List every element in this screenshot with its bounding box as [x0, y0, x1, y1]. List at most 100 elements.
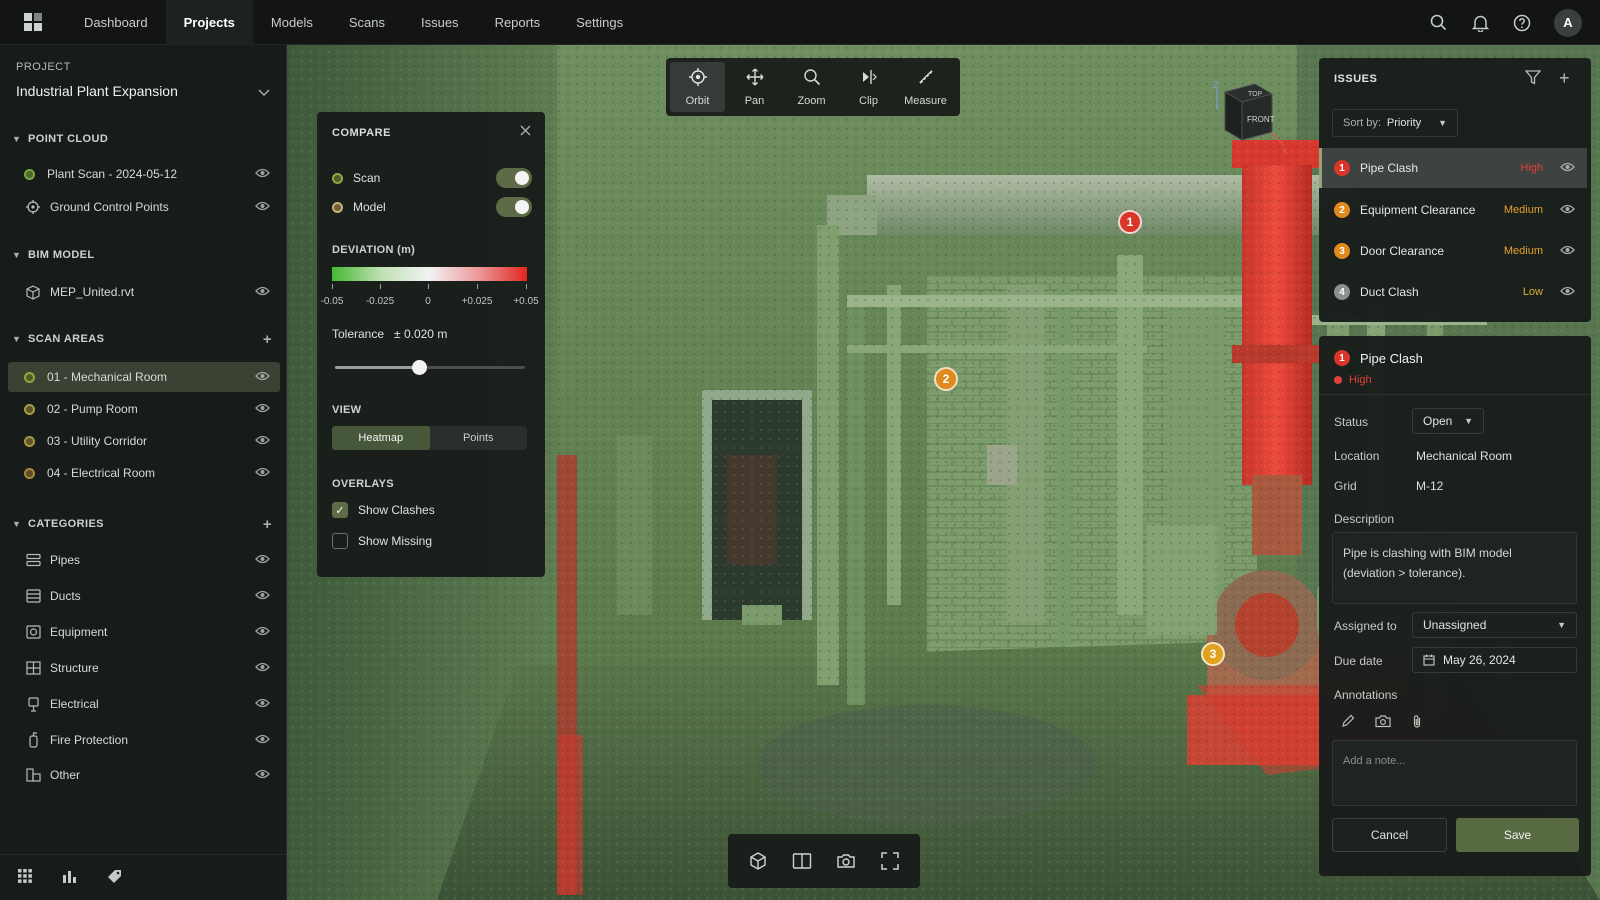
eye-icon[interactable]: [255, 285, 270, 299]
chevron-down-icon[interactable]: [258, 85, 270, 100]
issue-row-3[interactable]: 3 Door Clearance Medium: [1319, 231, 1587, 271]
add-issue-button[interactable]: +: [1559, 68, 1570, 89]
section-scan-areas[interactable]: ▼ SCAN AREAS +: [12, 329, 272, 349]
category-ducts[interactable]: Ducts: [8, 581, 280, 611]
model-toggle[interactable]: [496, 197, 532, 217]
split-view-icon[interactable]: [784, 843, 820, 879]
bell-icon[interactable]: [1470, 13, 1490, 33]
issue-row-2[interactable]: 2 Equipment Clearance Medium: [1319, 190, 1587, 230]
eye-icon[interactable]: [1560, 285, 1575, 299]
issue-marker-2[interactable]: 2: [934, 367, 958, 391]
nav-scans[interactable]: Scans: [331, 0, 403, 45]
scan-toggle[interactable]: [496, 168, 532, 188]
scan-area-pump-room[interactable]: 02 - Pump Room: [8, 394, 280, 424]
camera-icon[interactable]: [828, 843, 864, 879]
category-other[interactable]: Other: [8, 760, 280, 790]
cube-icon[interactable]: [740, 843, 776, 879]
help-icon[interactable]: [1512, 13, 1532, 33]
eye-icon[interactable]: [255, 402, 270, 416]
annotation-tools: [1341, 714, 1423, 732]
nav-reports[interactable]: Reports: [477, 0, 559, 45]
nav-settings[interactable]: Settings: [558, 0, 641, 45]
note-input[interactable]: Add a note...: [1332, 740, 1577, 806]
pencil-icon[interactable]: [1341, 714, 1355, 732]
eye-icon[interactable]: [255, 167, 270, 181]
nav-projects[interactable]: Projects: [165, 0, 253, 45]
tolerance-slider[interactable]: [335, 360, 525, 375]
project-selector[interactable]: Industrial Plant Expansion: [16, 83, 178, 99]
camera-icon[interactable]: [1375, 714, 1391, 732]
bar-chart-icon[interactable]: [62, 869, 77, 886]
layer-ground-control-points[interactable]: Ground Control Points: [8, 192, 280, 222]
layer-plant-scan[interactable]: Plant Scan - 2024-05-12: [8, 159, 280, 189]
nav-issues[interactable]: Issues: [403, 0, 477, 45]
eye-icon[interactable]: [255, 697, 270, 711]
category-electrical[interactable]: Electrical: [8, 689, 280, 719]
cancel-button[interactable]: Cancel: [1332, 818, 1447, 852]
save-button[interactable]: Save: [1456, 818, 1579, 852]
section-bim-model[interactable]: ▼ BIM MODEL: [12, 245, 272, 265]
tool-clip[interactable]: Clip: [841, 62, 896, 112]
tool-orbit[interactable]: Orbit: [670, 62, 725, 112]
filter-icon[interactable]: [1524, 70, 1542, 88]
eye-icon[interactable]: [255, 625, 270, 639]
slider-handle[interactable]: [411, 360, 427, 375]
issue-marker-1[interactable]: 1: [1118, 210, 1142, 234]
eye-icon[interactable]: [255, 466, 270, 480]
fullscreen-icon[interactable]: [872, 843, 908, 879]
eye-icon[interactable]: [255, 370, 270, 384]
eye-icon[interactable]: [255, 434, 270, 448]
eye-icon[interactable]: [255, 589, 270, 603]
eye-icon[interactable]: [255, 553, 270, 567]
category-label: Electrical: [50, 697, 99, 711]
issue-row-4[interactable]: 4 Duct Clash Low: [1319, 272, 1587, 312]
category-pipes[interactable]: Pipes: [8, 545, 280, 575]
category-structure[interactable]: Structure: [8, 653, 280, 683]
eye-icon[interactable]: [1560, 244, 1575, 258]
eye-icon[interactable]: [1560, 161, 1575, 175]
nav-dashboard[interactable]: Dashboard: [66, 0, 166, 45]
category-label: Pipes: [50, 553, 81, 567]
eye-icon[interactable]: [255, 733, 270, 747]
scan-area-mechanical-room[interactable]: 01 - Mechanical Room: [8, 362, 280, 392]
issue-row-1[interactable]: 1 Pipe Clash High: [1319, 148, 1587, 188]
tick-label: +0.025: [461, 296, 493, 307]
tool-zoom[interactable]: Zoom: [784, 62, 839, 112]
category-fire-protection[interactable]: Fire Protection: [8, 725, 280, 755]
user-avatar[interactable]: A: [1554, 8, 1582, 37]
eye-icon[interactable]: [255, 768, 270, 782]
assignee-dropdown[interactable]: Unassigned ▼: [1412, 612, 1577, 638]
close-icon[interactable]: [520, 124, 531, 139]
search-icon[interactable]: [1428, 13, 1448, 33]
category-equipment[interactable]: Equipment: [8, 617, 280, 647]
scan-area-electrical-room[interactable]: 04 - Electrical Room: [8, 458, 280, 488]
show-missing-checkbox[interactable]: Show Missing: [332, 531, 532, 551]
app-logo[interactable]: [0, 0, 66, 45]
section-categories[interactable]: ▼ CATEGORIES +: [12, 514, 272, 534]
eye-icon[interactable]: [255, 661, 270, 675]
eye-icon[interactable]: [1560, 203, 1575, 217]
tool-measure[interactable]: Measure: [898, 62, 953, 112]
tool-pan[interactable]: Pan: [727, 62, 782, 112]
nav-models[interactable]: Models: [253, 0, 331, 45]
scan-area-utility-corridor[interactable]: 03 - Utility Corridor: [8, 426, 280, 456]
view-cube[interactable]: TOP FRONT Z X: [1200, 80, 1288, 156]
view-heatmap-option[interactable]: Heatmap: [332, 426, 430, 450]
sort-dropdown[interactable]: Sort by: Priority ▼: [1332, 109, 1458, 137]
area-label: 01 - Mechanical Room: [47, 370, 168, 384]
add-scan-area-button[interactable]: +: [263, 331, 272, 348]
paperclip-icon[interactable]: [1411, 714, 1423, 732]
section-point-cloud[interactable]: ▼ POINT CLOUD: [12, 129, 272, 149]
grid-icon[interactable]: [18, 869, 32, 886]
view-points-option[interactable]: Points: [430, 426, 528, 450]
description-textarea[interactable]: Pipe is clashing with BIM model (deviati…: [1332, 532, 1577, 604]
layer-mep-model[interactable]: MEP_United.rvt: [8, 277, 280, 307]
add-category-button[interactable]: +: [263, 516, 272, 533]
status-dropdown[interactable]: Open ▼: [1412, 408, 1484, 434]
eye-icon[interactable]: [255, 200, 270, 214]
issue-marker-3[interactable]: 3: [1201, 642, 1225, 666]
area-label: 04 - Electrical Room: [47, 466, 156, 480]
show-clashes-checkbox[interactable]: ✓ Show Clashes: [332, 500, 532, 520]
due-date-field[interactable]: May 26, 2024: [1412, 647, 1577, 673]
tag-icon[interactable]: [107, 869, 122, 887]
